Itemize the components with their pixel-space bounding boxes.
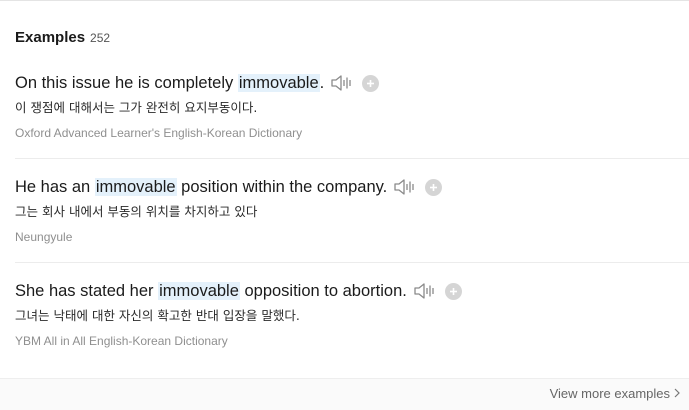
example-sentence: He has an immovable position within the … [15,177,388,197]
example-divider [15,262,689,263]
example-sentence-line: She has stated her immovable opposition … [15,279,462,303]
highlighted-word: immovable [237,73,320,92]
add-to-wordlist-button[interactable] [362,74,380,92]
speaker-icon[interactable] [413,281,437,301]
example-item: She has stated her immovable opposition … [15,279,689,383]
add-to-wordlist-button[interactable] [444,282,462,300]
top-divider [0,0,689,1]
sentence-text: She has stated her [15,281,159,300]
sentence-text: . [319,73,325,92]
example-sentence-line: He has an immovable position within the … [15,175,443,199]
highlighted-word: immovable [158,281,240,300]
speaker-icon[interactable] [393,177,417,197]
sentence-text: opposition to abortion. [239,281,407,300]
example-source: YBM All in All English-Korean Dictionary [15,334,228,348]
example-divider [15,158,689,159]
sentence-text: position within the company. [176,177,388,196]
example-translation: 그녀는 낙태에 대한 자신의 확고한 반대 입장을 말했다. [15,308,300,323]
plus-icon [367,79,375,87]
example-translation: 이 쟁점에 대해서는 그가 완전히 요지부동이다. [15,100,258,115]
example-item: On this issue he is completely immovable… [15,71,689,175]
view-more-examples-link[interactable]: View more examples [550,386,680,401]
examples-header: Examples 252 [15,29,110,49]
example-sentence-line: On this issue he is completely immovable… [15,71,380,95]
example-translation: 그는 회사 내에서 부동의 위치를 차지하고 있다 [15,204,258,219]
view-more-label: View more examples [549,386,670,401]
chevron-right-icon [674,386,680,401]
speaker-icon[interactable] [330,73,354,93]
add-to-wordlist-button[interactable] [425,178,443,196]
examples-count: 252 [90,31,111,45]
examples-title: Examples [15,29,86,46]
example-source: Neungyule [15,230,73,244]
sentence-text: On this issue he is completely [15,73,238,92]
plus-icon [430,183,438,191]
example-item: He has an immovable position within the … [15,175,689,279]
example-sentence: On this issue he is completely immovable… [15,73,325,93]
examples-footer: View more examples [0,378,689,410]
sentence-text: He has an [15,177,95,196]
highlighted-word: immovable [94,177,177,196]
example-source: Oxford Advanced Learner's English-Korean… [15,126,303,140]
plus-icon [449,287,457,295]
example-sentence: She has stated her immovable opposition … [15,281,407,301]
